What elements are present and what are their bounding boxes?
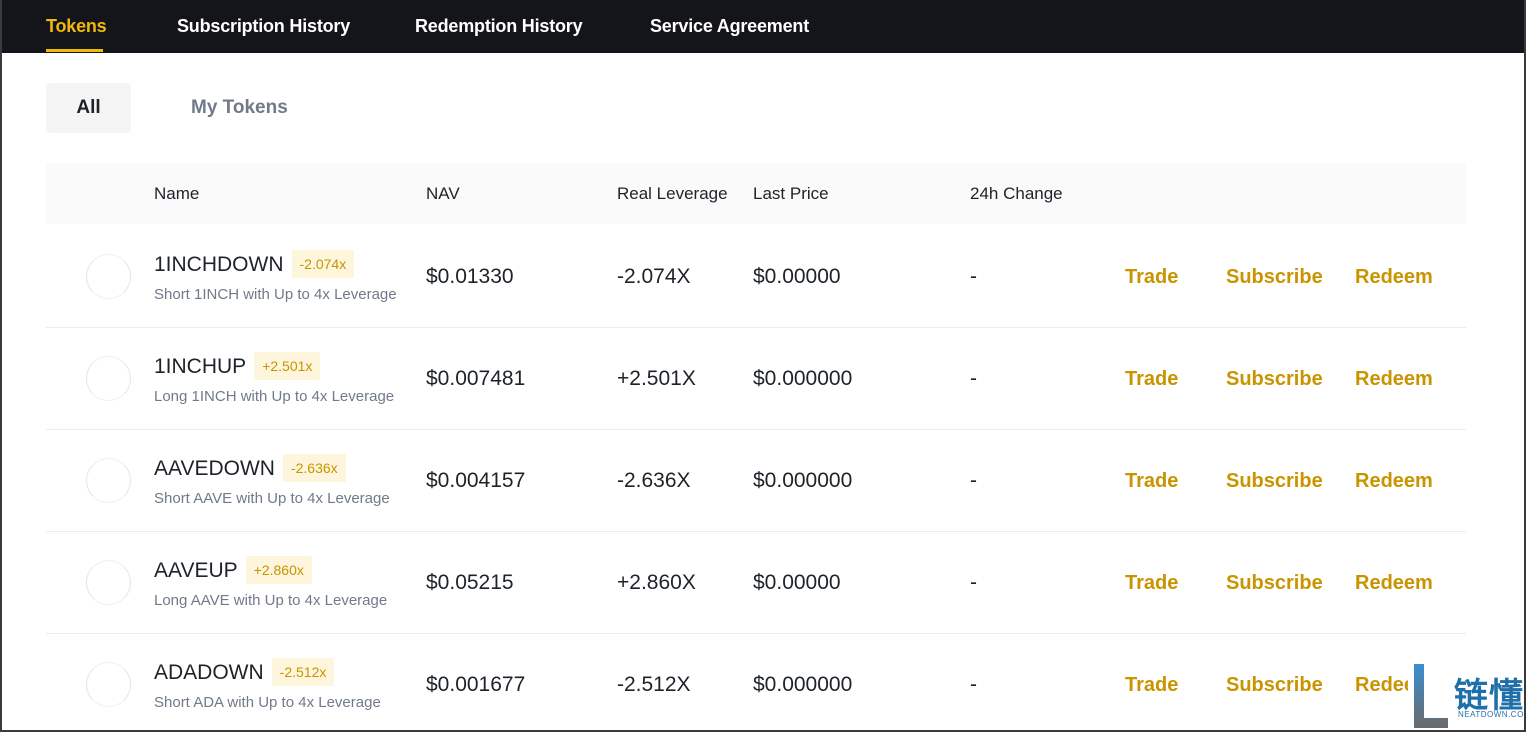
trade-button[interactable]: Trade xyxy=(1125,470,1178,493)
tab-redemption-history[interactable]: Redemption History xyxy=(415,16,583,37)
nav-value: $0.007481 xyxy=(426,367,526,390)
table-row: AAVEUP +2.860x Long AAVE with Up to 4x Lev… xyxy=(46,532,1466,634)
token-description: Long 1INCH with Up to 4x Leverage xyxy=(154,388,395,405)
column-header-nav: NAV xyxy=(426,184,460,203)
subscribe-button[interactable]: Subscribe xyxy=(1226,368,1323,391)
leverage-badge: +2.860x xyxy=(245,556,312,584)
last-price-value: $0.00000 xyxy=(753,265,841,288)
trade-button[interactable]: Trade xyxy=(1125,368,1178,391)
24h-change-value: - xyxy=(970,367,977,390)
token-logo-icon xyxy=(86,458,131,503)
subscribe-button[interactable]: Subscribe xyxy=(1226,572,1323,595)
leverage-badge: +2.501x xyxy=(254,352,321,380)
table-header: Name NAV Real Leverage Last Price 24h Ch… xyxy=(46,163,1466,224)
token-description: Short AAVE with Up to 4x Leverage xyxy=(154,490,390,507)
subscribe-button[interactable]: Subscribe xyxy=(1226,674,1323,697)
token-name[interactable]: 1INCHDOWN -2.074x xyxy=(154,250,355,278)
leverage-badge: -2.512x xyxy=(271,658,335,686)
24h-change-value: - xyxy=(970,265,977,288)
token-name[interactable]: 1INCHUP +2.501x xyxy=(154,352,321,380)
nav-value: $0.05215 xyxy=(426,571,514,594)
leverage-badge: -2.636x xyxy=(282,454,346,482)
redeem-button[interactable]: Redeem xyxy=(1355,572,1433,595)
token-name[interactable]: AAVEUP +2.860x xyxy=(154,556,312,584)
real-leverage-value: -2.074X xyxy=(617,265,691,288)
last-price-value: $0.00000 xyxy=(753,571,841,594)
real-leverage-value: -2.512X xyxy=(617,673,691,696)
token-symbol: 1INCHUP xyxy=(154,355,247,378)
token-symbol: AAVEUP xyxy=(154,559,238,582)
watermark: 链懂 NEATDOWN.COM xyxy=(1408,660,1526,732)
real-leverage-value: +2.860X xyxy=(617,571,696,594)
24h-change-value: - xyxy=(970,571,977,594)
token-symbol: 1INCHDOWN xyxy=(154,253,284,276)
nav-value: $0.004157 xyxy=(426,469,526,492)
tab-service-agreement[interactable]: Service Agreement xyxy=(650,16,809,37)
trade-button[interactable]: Trade xyxy=(1125,266,1178,289)
tab-tokens[interactable]: Tokens xyxy=(46,16,107,37)
column-header-real-leverage: Real Leverage xyxy=(617,184,728,203)
token-name[interactable]: AAVEDOWN -2.636x xyxy=(154,454,346,482)
neatdown-logo-icon xyxy=(1414,664,1448,728)
token-logo-icon xyxy=(86,560,131,605)
nav-value: $0.01330 xyxy=(426,265,514,288)
tab-subscription-history[interactable]: Subscription History xyxy=(177,16,350,37)
last-price-value: $0.000000 xyxy=(753,367,853,390)
token-logo-icon xyxy=(86,356,131,401)
token-description: Short ADA with Up to 4x Leverage xyxy=(154,694,381,711)
filter-my-tokens-button[interactable]: My Tokens xyxy=(191,83,288,133)
token-symbol: ADADOWN xyxy=(154,661,264,684)
token-name[interactable]: ADADOWN -2.512x xyxy=(154,658,335,686)
trade-button[interactable]: Trade xyxy=(1125,572,1178,595)
leverage-badge: -2.074x xyxy=(291,250,355,278)
top-navigation: Tokens Subscription History Redemption H… xyxy=(0,0,1526,53)
subscribe-button[interactable]: Subscribe xyxy=(1226,470,1323,493)
active-tab-indicator xyxy=(46,49,103,52)
24h-change-value: - xyxy=(970,469,977,492)
table-row: AAVEDOWN -2.636x Short AAVE with Up to 4x … xyxy=(46,430,1466,532)
watermark-en-text: NEATDOWN.COM xyxy=(1458,710,1526,719)
redeem-button[interactable]: Redeem xyxy=(1355,368,1433,391)
filter-all-button[interactable]: All xyxy=(46,83,131,133)
redeem-button[interactable]: Redeem xyxy=(1355,470,1433,493)
table-row: 1INCHDOWN -2.074x Short 1INCH with Up to 4… xyxy=(46,226,1466,328)
nav-value: $0.001677 xyxy=(426,673,526,696)
token-symbol: AAVEDOWN xyxy=(154,457,275,480)
column-header-name: Name xyxy=(154,184,200,203)
column-header-24h-change: 24h Change xyxy=(970,184,1063,203)
real-leverage-value: -2.636X xyxy=(617,469,691,492)
last-price-value: $0.000000 xyxy=(753,673,853,696)
table-row: ADADOWN -2.512x Short ADA with Up to 4x Le… xyxy=(46,634,1466,732)
24h-change-value: - xyxy=(970,673,977,696)
token-description: Short 1INCH with Up to 4x Leverage xyxy=(154,286,397,303)
token-logo-icon xyxy=(86,662,131,707)
real-leverage-value: +2.501X xyxy=(617,367,696,390)
trade-button[interactable]: Trade xyxy=(1125,674,1178,697)
token-logo-icon xyxy=(86,254,131,299)
subscribe-button[interactable]: Subscribe xyxy=(1226,266,1323,289)
last-price-value: $0.000000 xyxy=(753,469,853,492)
token-description: Long AAVE with Up to 4x Leverage xyxy=(154,592,388,609)
column-header-last-price: Last Price xyxy=(753,184,829,203)
table-row: 1INCHUP +2.501x Long 1INCH with Up to 4x L… xyxy=(46,328,1466,430)
redeem-button[interactable]: Redeem xyxy=(1355,266,1433,289)
